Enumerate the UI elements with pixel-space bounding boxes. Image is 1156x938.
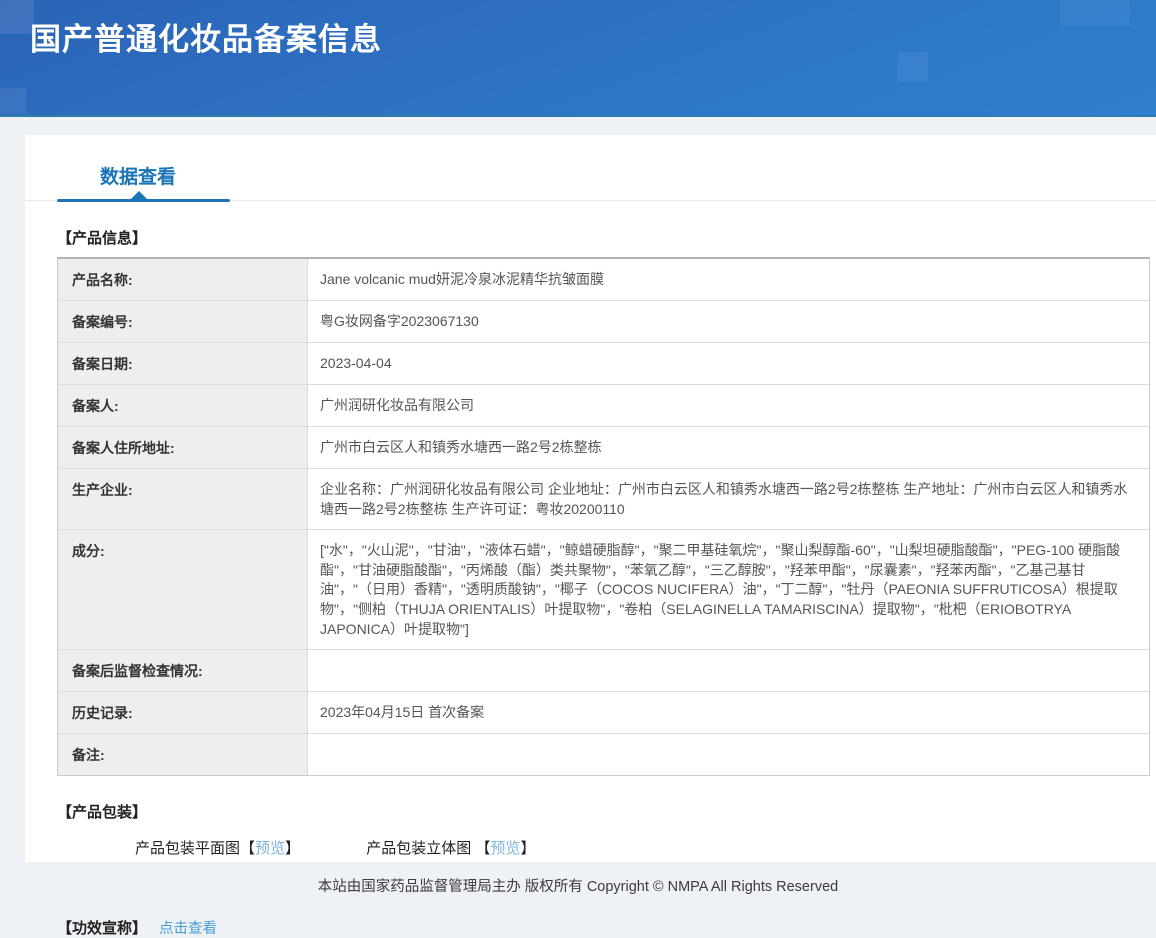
row-value <box>308 734 1149 775</box>
efficacy-title: 【功效宣称】 <box>57 917 147 938</box>
row-label: 备案编号: <box>58 301 308 342</box>
product-info-section-title: 【产品信息】 <box>57 227 1156 248</box>
row-label: 备注: <box>58 734 308 775</box>
table-row-supervision: 备案后监督检查情况: <box>58 650 1149 692</box>
bracket-close: 】 <box>520 840 535 857</box>
bracket-open: 【 <box>240 840 255 857</box>
row-value: 企业名称：广州润研化妆品有限公司 企业地址：广州市白云区人和镇秀水塘西一路2号2… <box>308 469 1149 529</box>
preview-link-flat[interactable]: 预览 <box>255 840 285 857</box>
packaging-3d-label: 产品包装立体图 <box>366 840 475 857</box>
packaging-section-title: 【产品包装】 <box>57 801 1156 822</box>
table-row-product-name: 产品名称: Jane volcanic mud妍泥冷泉冰泥精华抗皱面膜 <box>58 259 1149 301</box>
row-label: 成分: <box>58 530 308 649</box>
packaging-3d-item: 产品包装立体图 【预览】 <box>366 837 535 858</box>
row-value: 粤G妆网备字2023067130 <box>308 301 1149 342</box>
header-decor-square <box>0 88 26 114</box>
row-label: 备案人: <box>58 385 308 426</box>
table-row-ingredients: 成分: ["水"，"火山泥"，"甘油"，"液体石蜡"，"鲸蜡硬脂醇"，"聚二甲基… <box>58 530 1149 650</box>
page-header: 国产普通化妆品备案信息 <box>0 0 1156 117</box>
packaging-flat-label: 产品包装平面图 <box>135 840 240 857</box>
table-row-history: 历史记录: 2023年04月15日 首次备案 <box>58 692 1149 734</box>
header-decor-square <box>898 52 928 82</box>
header-decor-square <box>1060 0 1130 26</box>
row-value: 广州润研化妆品有限公司 <box>308 385 1149 426</box>
product-info-table: 产品名称: Jane volcanic mud妍泥冷泉冰泥精华抗皱面膜 备案编号… <box>57 257 1150 776</box>
row-value: ["水"，"火山泥"，"甘油"，"液体石蜡"，"鲸蜡硬脂醇"，"聚二甲基硅氧烷"… <box>308 530 1149 649</box>
row-label: 历史记录: <box>58 692 308 733</box>
row-label: 产品名称: <box>58 259 308 300</box>
footer-text: 本站由国家药品监督管理局主办 版权所有 Copyright © NMPA All… <box>318 879 838 895</box>
table-row-manufacturer: 生产企业: 企业名称：广州润研化妆品有限公司 企业地址：广州市白云区人和镇秀水塘… <box>58 469 1149 530</box>
table-row-registration-number: 备案编号: 粤G妆网备字2023067130 <box>58 301 1149 343</box>
row-value: 广州市白云区人和镇秀水塘西一路2号2栋整栋 <box>308 427 1149 468</box>
bracket-close: 】 <box>285 840 300 857</box>
packaging-flat-item: 产品包装平面图【预览】 <box>135 837 300 858</box>
table-row-registration-date: 备案日期: 2023-04-04 <box>58 343 1149 385</box>
table-row-remarks: 备注: <box>58 734 1149 775</box>
preview-link-3d[interactable]: 预览 <box>490 840 520 857</box>
header-decor-square <box>0 0 34 34</box>
table-row-registrant: 备案人: 广州润研化妆品有限公司 <box>58 385 1149 427</box>
site-footer: 本站由国家药品监督管理局主办 版权所有 Copyright © NMPA All… <box>0 862 1156 913</box>
table-row-registrant-address: 备案人住所地址: 广州市白云区人和镇秀水塘西一路2号2栋整栋 <box>58 427 1149 469</box>
content-card: 数据查看 【产品信息】 产品名称: Jane volcanic mud妍泥冷泉冰… <box>25 135 1156 862</box>
tab-data-view[interactable]: 数据查看 <box>100 135 176 189</box>
active-tab-underline <box>57 199 230 202</box>
efficacy-link[interactable]: 点击查看 <box>159 917 217 938</box>
efficacy-row: 【功效宣称】 点击查看 <box>57 917 1156 938</box>
row-label: 备案后监督检查情况: <box>58 650 308 691</box>
packaging-row: 产品包装平面图【预览】 产品包装立体图 【预览】 <box>135 837 1156 858</box>
active-tab-caret-icon <box>131 191 147 199</box>
row-value: 2023年04月15日 首次备案 <box>308 692 1149 733</box>
page-title: 国产普通化妆品备案信息 <box>0 0 1156 59</box>
tab-bar: 数据查看 <box>25 135 1156 201</box>
row-label: 备案人住所地址: <box>58 427 308 468</box>
row-label: 备案日期: <box>58 343 308 384</box>
row-value: 2023-04-04 <box>308 343 1149 384</box>
bracket-open: 【 <box>475 840 490 857</box>
row-value: Jane volcanic mud妍泥冷泉冰泥精华抗皱面膜 <box>308 259 1149 300</box>
row-label: 生产企业: <box>58 469 308 529</box>
row-value <box>308 650 1149 691</box>
